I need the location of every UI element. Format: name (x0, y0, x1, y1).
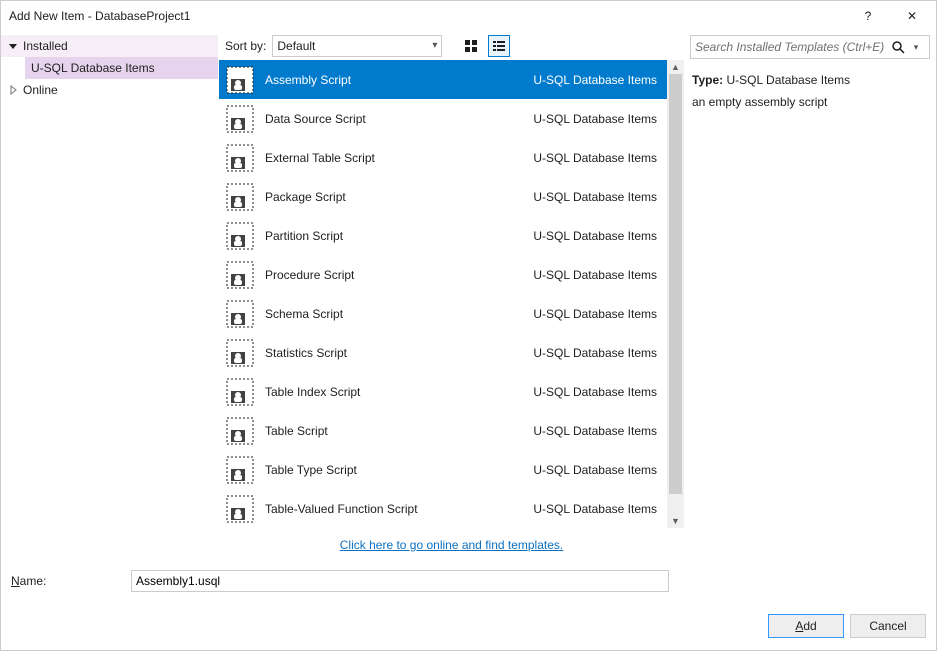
template-row[interactable]: Procedure Script U-SQL Database Items (219, 255, 667, 294)
template-description: an empty assembly script (692, 93, 928, 111)
chevron-down-icon: ▾ (432, 40, 437, 51)
template-category: U-SQL Database Items (533, 424, 657, 438)
template-name: Package Script (265, 190, 533, 204)
template-name: Table-Valued Function Script (265, 502, 533, 516)
template-category: U-SQL Database Items (533, 73, 657, 87)
online-templates-link[interactable]: Click here to go online and find templat… (340, 538, 563, 552)
usql-script-icon (225, 377, 255, 407)
template-category: U-SQL Database Items (533, 307, 657, 321)
type-label: Type: (692, 73, 723, 87)
scroll-thumb[interactable] (669, 74, 682, 494)
template-category: U-SQL Database Items (533, 463, 657, 477)
tree-online[interactable]: Online (1, 79, 218, 101)
tree-installed[interactable]: Installed (1, 35, 218, 57)
sort-dropdown[interactable]: Default ▾ (272, 35, 442, 57)
template-category: U-SQL Database Items (533, 112, 657, 126)
template-row[interactable]: Assembly Script U-SQL Database Items (219, 60, 667, 99)
template-category: U-SQL Database Items (533, 151, 657, 165)
scrollbar-vertical[interactable]: ▲ ▼ (667, 60, 684, 528)
template-row[interactable]: External Table Script U-SQL Database Ite… (219, 138, 667, 177)
usql-script-icon (225, 221, 255, 251)
usql-script-icon (225, 455, 255, 485)
scroll-down-icon[interactable]: ▼ (667, 514, 684, 528)
template-category: U-SQL Database Items (533, 385, 657, 399)
template-row[interactable]: Table-Valued Function Script U-SQL Datab… (219, 489, 667, 528)
template-row[interactable]: Table Type Script U-SQL Database Items (219, 450, 667, 489)
template-name: Partition Script (265, 229, 533, 243)
search-dropdown-icon[interactable]: ▾ (907, 42, 925, 53)
close-button[interactable]: ✕ (890, 1, 934, 31)
online-link-bar: Click here to go online and find templat… (219, 528, 684, 566)
name-row: Name: (1, 566, 936, 610)
template-name: Statistics Script (265, 346, 533, 360)
template-name: Table Script (265, 424, 533, 438)
caret-down-icon (7, 40, 19, 52)
view-grid-button[interactable] (460, 35, 482, 57)
usql-script-icon (225, 260, 255, 290)
template-row[interactable]: Table Index Script U-SQL Database Items (219, 372, 667, 411)
search-input[interactable]: Search Installed Templates (Ctrl+E) ▾ (690, 35, 930, 59)
category-tree: Installed U-SQL Database Items Online (1, 31, 219, 566)
usql-script-icon (225, 494, 255, 524)
cancel-button[interactable]: Cancel (850, 614, 926, 638)
usql-script-icon (225, 416, 255, 446)
sort-bar: Sort by: Default ▾ (219, 31, 684, 60)
template-name: Schema Script (265, 307, 533, 321)
window-title: Add New Item - DatabaseProject1 (9, 9, 846, 23)
template-name: Table Index Script (265, 385, 533, 399)
template-row[interactable]: Partition Script U-SQL Database Items (219, 216, 667, 255)
template-row[interactable]: Data Source Script U-SQL Database Items (219, 99, 667, 138)
view-list-button[interactable] (488, 35, 510, 57)
template-name: External Table Script (265, 151, 533, 165)
template-category: U-SQL Database Items (533, 346, 657, 360)
template-name: Procedure Script (265, 268, 533, 282)
template-category: U-SQL Database Items (533, 190, 657, 204)
usql-script-icon (225, 65, 255, 95)
usql-script-icon (225, 182, 255, 212)
name-input[interactable] (131, 570, 669, 592)
template-row[interactable]: Package Script U-SQL Database Items (219, 177, 667, 216)
template-name: Table Type Script (265, 463, 533, 477)
help-button[interactable]: ? (846, 1, 890, 31)
button-row: Add Cancel (1, 610, 936, 650)
template-category: U-SQL Database Items (533, 268, 657, 282)
template-row[interactable]: Schema Script U-SQL Database Items (219, 294, 667, 333)
usql-script-icon (225, 104, 255, 134)
caret-right-icon (7, 84, 19, 96)
template-details: Type: U-SQL Database Items an empty asse… (684, 67, 936, 115)
usql-script-icon (225, 143, 255, 173)
tree-usql-items[interactable]: U-SQL Database Items (25, 57, 218, 79)
template-name: Assembly Script (265, 73, 533, 87)
template-row[interactable]: Statistics Script U-SQL Database Items (219, 333, 667, 372)
type-value: U-SQL Database Items (726, 73, 850, 87)
template-row[interactable]: Table Script U-SQL Database Items (219, 411, 667, 450)
search-placeholder: Search Installed Templates (Ctrl+E) (695, 40, 889, 54)
title-bar: Add New Item - DatabaseProject1 ? ✕ (1, 1, 936, 31)
template-category: U-SQL Database Items (533, 502, 657, 516)
search-icon[interactable] (889, 40, 907, 54)
scroll-up-icon[interactable]: ▲ (667, 60, 684, 74)
template-name: Data Source Script (265, 112, 533, 126)
usql-script-icon (225, 338, 255, 368)
usql-script-icon (225, 299, 255, 329)
template-list: Assembly Script U-SQL Database Items Dat… (219, 60, 667, 528)
name-label: Name: (11, 574, 123, 588)
sort-label: Sort by: (225, 39, 266, 53)
add-button[interactable]: Add (768, 614, 844, 638)
template-category: U-SQL Database Items (533, 229, 657, 243)
